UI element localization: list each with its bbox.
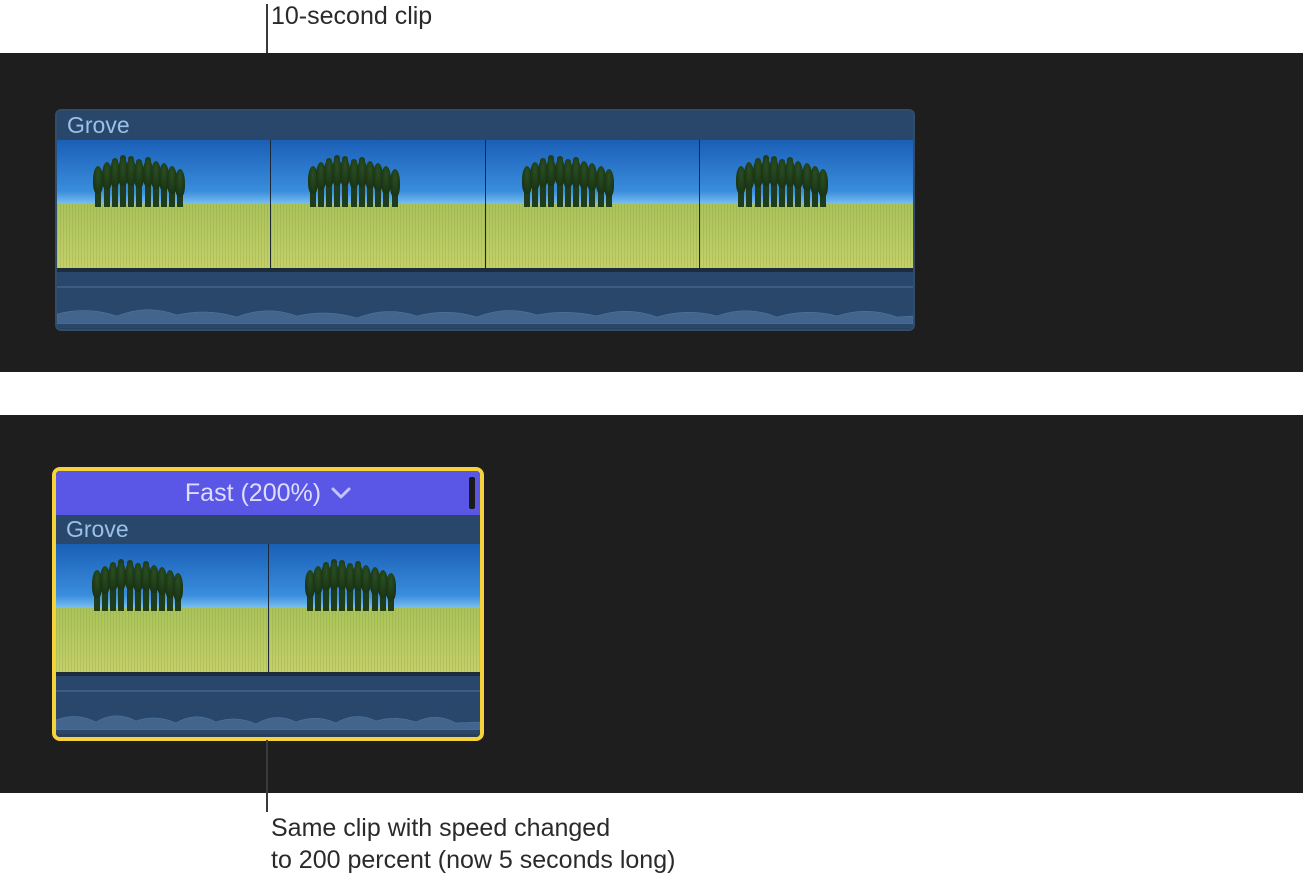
chevron-down-icon[interactable]	[331, 486, 351, 500]
callout-top-label: 10-second clip	[271, 0, 432, 32]
timeline-track-top: Grove	[0, 53, 1303, 372]
clip-name-label: Grove	[66, 516, 129, 543]
clip-grove-retimed-selection[interactable]: Fast (200%) Grove	[52, 467, 484, 741]
retime-speed-bar[interactable]: Fast (200%)	[56, 471, 480, 515]
clip-thumbnail	[56, 544, 269, 672]
clip-name-label: Grove	[67, 112, 130, 139]
callout-bottom-label: Same clip with speed changed to 200 perc…	[271, 812, 675, 876]
clip-audio-waveform	[57, 270, 913, 328]
retime-handle[interactable]	[469, 477, 475, 509]
callout-bottom-line2: to 200 percent (now 5 seconds long)	[271, 844, 675, 876]
callout-bottom-line1: Same clip with speed changed	[271, 812, 675, 844]
clip-thumbnail	[271, 140, 485, 268]
clip-name-bar: Grove	[57, 111, 913, 140]
clip-thumbnail	[57, 140, 271, 268]
clip-audio-waveform	[56, 674, 480, 734]
clip-thumbnails	[57, 140, 913, 270]
clip-thumbnails	[56, 544, 480, 674]
clip-thumbnail	[486, 140, 700, 268]
timeline-track-bottom: Fast (200%) Grove	[0, 415, 1303, 793]
callout-bottom-pointer	[266, 740, 268, 812]
retime-speed-label: Fast (200%)	[185, 479, 321, 508]
clip-thumbnail	[700, 140, 913, 268]
clip-grove-original[interactable]: Grove	[55, 109, 915, 331]
clip-thumbnail	[269, 544, 481, 672]
clip-name-bar: Grove	[56, 515, 480, 544]
